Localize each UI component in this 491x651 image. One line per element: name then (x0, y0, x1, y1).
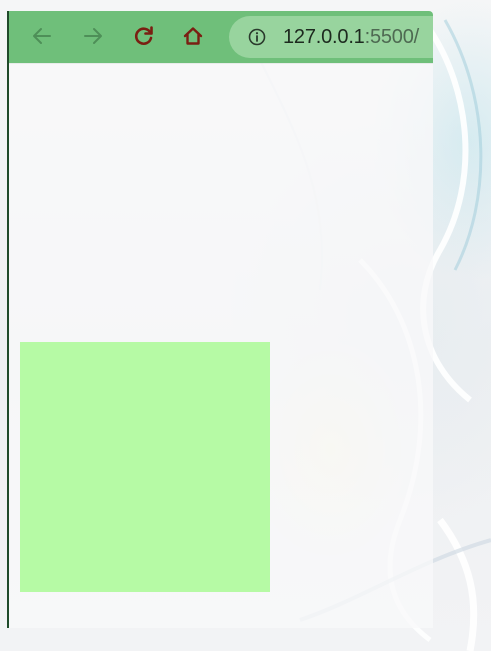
back-button[interactable] (26, 20, 58, 52)
forward-button[interactable] (77, 20, 109, 52)
page-viewport (9, 63, 433, 628)
green-square (20, 342, 270, 592)
url-text[interactable]: 127.0.0.1:5500/ (283, 27, 419, 47)
reload-icon (134, 26, 153, 45)
arrow-right-icon (84, 28, 102, 44)
arrow-left-icon (33, 28, 51, 44)
address-bar[interactable]: 127.0.0.1:5500/ (229, 16, 433, 58)
url-host: 127.0.0.1 (283, 26, 365, 48)
home-icon (183, 27, 203, 45)
url-port-path: :5500/ (364, 26, 420, 48)
home-button[interactable] (177, 20, 209, 52)
browser-toolbar: 127.0.0.1:5500/ (7, 11, 433, 63)
browser-window: 127.0.0.1:5500/ (7, 11, 433, 628)
info-circle-icon[interactable] (248, 28, 266, 46)
reload-button[interactable] (128, 20, 160, 52)
window-border (7, 11, 9, 628)
